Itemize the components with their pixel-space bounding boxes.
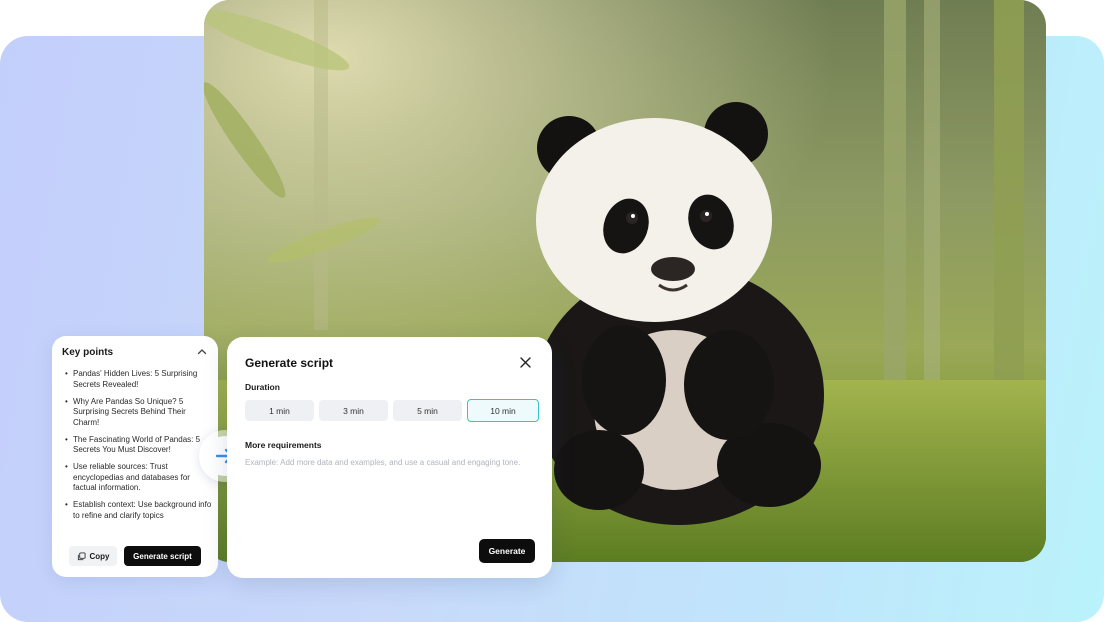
list-item: Why Are Pandas So Unique? 5 Surprising S…	[65, 397, 213, 429]
key-points-list: Pandas' Hidden Lives: 5 Surprising Secre…	[65, 369, 213, 528]
duration-label: Duration	[245, 382, 280, 392]
copy-button[interactable]: Copy	[69, 546, 117, 566]
key-points-panel: Key points Pandas' Hidden Lives: 5 Surpr…	[52, 336, 218, 577]
duration-option-10-min[interactable]: 10 min	[467, 399, 539, 422]
list-item: Establish context: Use background info t…	[65, 500, 213, 521]
copy-icon	[77, 551, 86, 560]
close-icon[interactable]	[519, 356, 532, 369]
generate-script-button[interactable]: Generate script	[124, 546, 201, 566]
duration-option-3-min[interactable]: 3 min	[319, 400, 388, 421]
duration-options: 1 min 3 min 5 min 10 min	[245, 399, 539, 422]
key-points-title: Key points	[62, 347, 114, 358]
generate-button[interactable]: Generate	[479, 539, 535, 563]
duration-option-1-min[interactable]: 1 min	[245, 400, 314, 421]
requirements-input[interactable]	[245, 457, 535, 517]
generate-script-dialog: Generate script Duration 1 min 3 min 5 m…	[227, 337, 552, 578]
copy-button-label: Copy	[89, 551, 110, 561]
list-item: Use reliable sources: Trust encyclopedia…	[65, 462, 213, 494]
dialog-title: Generate script	[245, 356, 334, 370]
more-requirements-label: More requirements	[245, 440, 322, 450]
chevron-up-icon[interactable]	[196, 346, 208, 358]
duration-option-5-min[interactable]: 5 min	[393, 400, 462, 421]
list-item: The Fascinating World of Pandas: 5 Secre…	[65, 435, 213, 456]
list-item: Pandas' Hidden Lives: 5 Surprising Secre…	[65, 369, 213, 390]
